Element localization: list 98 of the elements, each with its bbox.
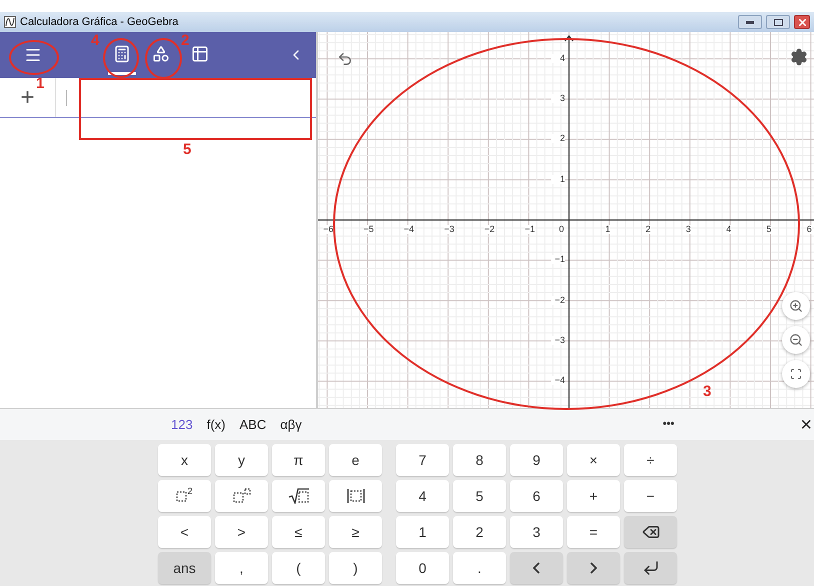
axis-label: 4	[551, 54, 565, 63]
axis-label: −6	[323, 225, 334, 234]
keyboard-key[interactable]: ≥	[329, 516, 382, 548]
shapes-icon	[152, 44, 170, 62]
axis-label: −2	[551, 296, 565, 305]
keyboard-key[interactable]: <	[158, 516, 211, 548]
keyboard-key[interactable]: 0	[396, 552, 449, 584]
axis-label: 1	[551, 174, 565, 184]
keyboard-key[interactable]: 2	[158, 480, 211, 512]
chevron-right-icon	[590, 562, 597, 574]
calculator-icon	[113, 44, 131, 62]
fullscreen-icon	[790, 368, 802, 380]
table-icon	[191, 44, 209, 62]
keyboard-tab[interactable]: 123	[166, 414, 198, 434]
axis-label: 3	[551, 94, 565, 104]
keyboard-key[interactable]: ≤	[272, 516, 325, 548]
keyboard-key[interactable]: =	[567, 516, 620, 548]
maximize-button[interactable]	[766, 15, 790, 29]
annotation-number: 3	[703, 384, 712, 399]
close-icon	[798, 18, 806, 26]
zoom-out-icon	[789, 333, 803, 347]
axis-label: −1	[524, 225, 535, 234]
annotation-ellipse	[145, 38, 182, 79]
keyboard-key[interactable]: (	[272, 552, 325, 584]
keyboard-key[interactable]: 6	[510, 480, 563, 512]
settings-icon	[790, 48, 808, 66]
annotation-number: 5	[183, 142, 192, 157]
fullscreen-button[interactable]	[782, 360, 810, 388]
keyboard-key[interactable]: 2	[453, 516, 506, 548]
zoom-in-button[interactable]	[782, 292, 810, 320]
keyboard-key[interactable]: e	[329, 444, 382, 476]
keyboard-key[interactable]: ,	[215, 552, 268, 584]
axis-label: 2	[551, 134, 565, 144]
close-keyboard-button[interactable]: ×	[800, 414, 812, 434]
window-title: Calculadora Gráfica - GeoGebra	[20, 14, 178, 30]
exponent-label: 2	[187, 486, 192, 496]
axis-label: 2	[646, 225, 651, 234]
more-button[interactable]: •••	[662, 416, 674, 433]
annotation-number: 1	[36, 76, 44, 91]
keyboard-key[interactable]: +	[567, 480, 620, 512]
keyboard-key[interactable]: 3	[510, 516, 563, 548]
axis-label: −4	[404, 225, 414, 234]
keyboard-key[interactable]: 5	[453, 480, 506, 512]
keyboard-key[interactable]	[272, 480, 325, 512]
placeholder-box-icon	[176, 490, 188, 502]
keyboard-key[interactable]: y	[215, 444, 268, 476]
axis-label: −4	[551, 376, 565, 386]
keyboard-key[interactable]: ÷	[624, 444, 677, 476]
maximize-icon	[774, 18, 782, 26]
backspace-icon	[642, 523, 660, 541]
axis-label: −1	[551, 255, 565, 264]
keyboard-key[interactable]: .	[453, 552, 506, 584]
axis-label: −3	[551, 336, 565, 345]
minimize-button[interactable]	[738, 15, 762, 29]
keyboard-tab[interactable]: αβγ	[275, 414, 307, 434]
keyboard-key[interactable]: −	[624, 480, 677, 512]
keyboard-key[interactable]: 9	[510, 444, 563, 476]
axis-label: 6	[806, 225, 812, 234]
axis-label: 0	[559, 225, 564, 234]
menu-icon	[24, 46, 42, 64]
annotation-ellipse	[9, 40, 59, 75]
annotation-ellipse	[103, 38, 139, 78]
keyboard-key[interactable]: π	[272, 444, 325, 476]
axis-label: 4	[726, 225, 732, 234]
keyboard-key[interactable]: 4	[396, 480, 449, 512]
enter-icon	[642, 559, 660, 577]
annotation-number: 2	[181, 33, 190, 48]
keyboard-key[interactable]	[624, 552, 677, 584]
zoom-out-button[interactable]	[782, 326, 810, 354]
keyboard-key[interactable]: x	[158, 444, 211, 476]
axis-label: 3	[686, 225, 691, 234]
keyboard-tab[interactable]: ABC	[234, 414, 272, 434]
close-button[interactable]	[794, 15, 810, 29]
chevron-left-icon	[533, 562, 540, 574]
undo-icon	[337, 51, 353, 67]
app-logo-icon	[4, 16, 16, 28]
keyboard-key[interactable]: 7	[396, 444, 449, 476]
minimize-icon	[746, 20, 754, 24]
keyboard-key[interactable]: )	[329, 552, 382, 584]
keyboard-key[interactable]: ×	[567, 444, 620, 476]
axis-label: −5	[364, 225, 374, 234]
annotation-number: 4	[91, 33, 100, 48]
axis-label: −2	[484, 225, 495, 234]
axis-label: −3	[444, 225, 454, 234]
absolute-value-icon	[346, 488, 366, 504]
power-icon	[232, 488, 250, 504]
axis-label: 1	[605, 225, 610, 234]
square-root-icon	[288, 488, 310, 504]
keyboard-key[interactable]	[624, 516, 677, 548]
zoom-in-icon	[789, 299, 803, 313]
text-cursor	[66, 90, 67, 106]
keyboard-key[interactable]	[329, 480, 382, 512]
keyboard-key[interactable]: 1	[396, 516, 449, 548]
keyboard-key[interactable]: ans	[158, 552, 211, 584]
keyboard-tab[interactable]: f(x)	[202, 414, 230, 434]
axis-label: 5	[766, 225, 772, 234]
keyboard-key[interactable]: >	[215, 516, 268, 548]
keyboard-key[interactable]: 8	[453, 444, 506, 476]
